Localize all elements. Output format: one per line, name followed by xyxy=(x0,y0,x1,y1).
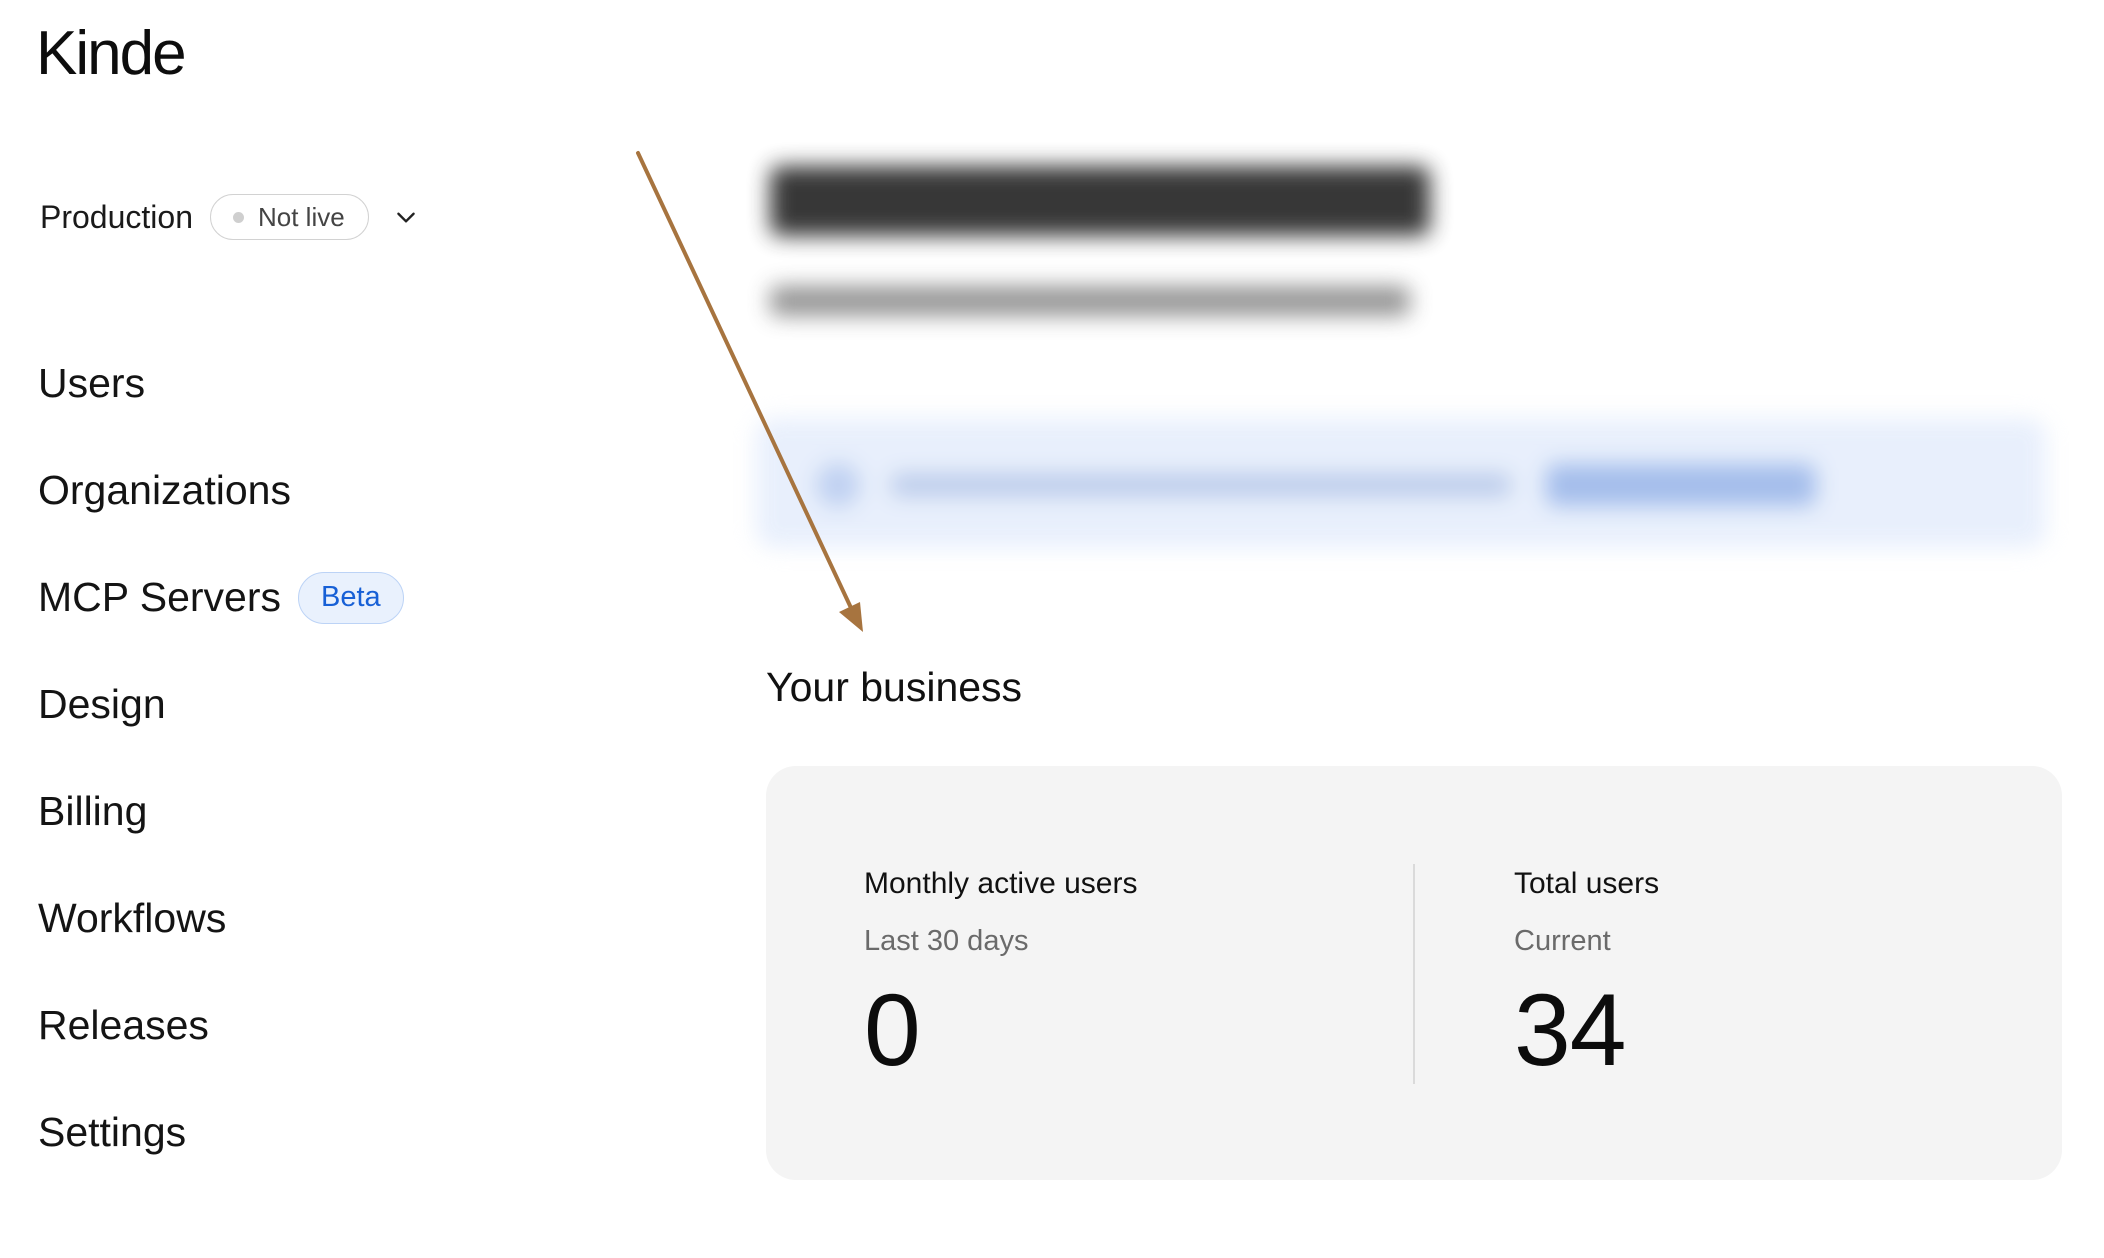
stat-value: 0 xyxy=(864,973,921,1087)
stat-label: Total users xyxy=(1514,867,1660,900)
sidebar-item-workflows[interactable]: Workflows xyxy=(38,865,404,972)
sidebar-item-design[interactable]: Design xyxy=(38,651,404,758)
environment-status-label: Not live xyxy=(257,201,345,232)
blurred-page-subtitle xyxy=(770,286,1410,316)
blurred-banner-text xyxy=(891,474,1511,496)
sidebar-item-releases[interactable]: Releases xyxy=(38,972,404,1079)
sidebar-item-label: MCP Servers xyxy=(38,574,282,620)
sidebar-nav: Users Organizations MCP Servers Beta Des… xyxy=(38,330,404,1186)
sidebar-item-label: Settings xyxy=(38,1109,187,1155)
section-title: Your business xyxy=(766,664,1023,710)
stat-monthly-active-users: Monthly active users Last 30 days 0 xyxy=(864,864,1137,1085)
kinde-logo[interactable]: Kinde xyxy=(36,18,187,89)
blurred-page-title xyxy=(770,166,1430,236)
sidebar-item-users[interactable]: Users xyxy=(38,330,404,437)
stat-divider xyxy=(1413,864,1415,1084)
beta-badge: Beta xyxy=(298,571,404,624)
sidebar-item-settings[interactable]: Settings xyxy=(38,1079,404,1186)
sidebar-item-label: Design xyxy=(38,681,166,727)
dashboard-page: Kinde Production Not live Users Organiza… xyxy=(0,0,2104,1258)
sidebar-item-label: Releases xyxy=(38,1002,209,1048)
environment-name: Production xyxy=(40,198,193,235)
blurred-header-region xyxy=(738,118,2058,588)
stat-label: Monthly active users xyxy=(864,867,1138,900)
sidebar-item-billing[interactable]: Billing xyxy=(38,758,404,865)
status-dot-icon xyxy=(232,211,244,223)
chevron-down-icon[interactable] xyxy=(393,204,419,230)
sidebar-item-label: Workflows xyxy=(38,895,227,941)
sidebar-item-label: Organizations xyxy=(38,467,291,513)
sidebar-item-mcp-servers[interactable]: MCP Servers Beta xyxy=(38,544,404,651)
sidebar-item-label: Billing xyxy=(38,788,148,834)
blurred-info-banner xyxy=(756,418,2046,548)
sidebar-item-organizations[interactable]: Organizations xyxy=(38,437,404,544)
stat-sublabel: Current xyxy=(1514,925,1611,957)
business-stats-card: Monthly active users Last 30 days 0 Tota… xyxy=(766,766,2062,1180)
blurred-banner-button xyxy=(1546,464,1816,506)
stat-value: 34 xyxy=(1514,973,1626,1087)
stat-sublabel: Last 30 days xyxy=(864,925,1029,957)
stat-total-users: Total users Current 34 xyxy=(1514,864,1659,1085)
environment-status-badge: Not live xyxy=(209,194,369,240)
environment-switcher[interactable]: Production Not live xyxy=(40,192,419,242)
sidebar-item-label: Users xyxy=(38,360,146,406)
blurred-banner-icon xyxy=(816,463,860,507)
